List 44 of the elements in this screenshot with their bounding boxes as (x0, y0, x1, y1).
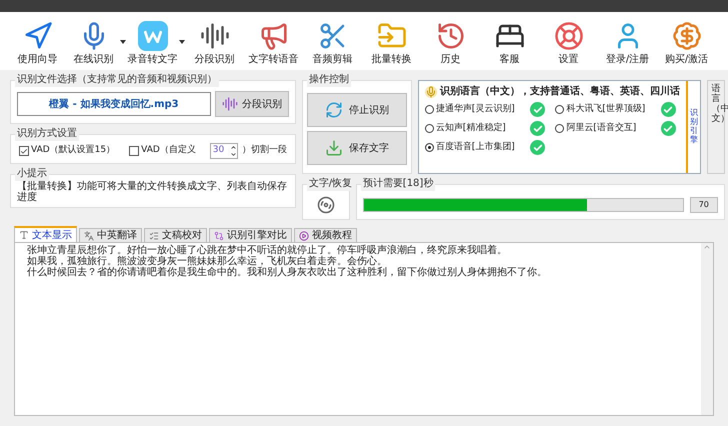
engine-link[interactable]: 识别引擎 (690, 109, 698, 145)
engine-radio[interactable]: 云知声[精准稳定] (424, 122, 506, 136)
tab[interactable]: 文稿校对 (144, 228, 207, 242)
toolbar-button[interactable]: 历史 (421, 21, 480, 66)
progress-value: 70 (690, 197, 718, 213)
engine-radio[interactable]: 百度语音[上市集团] (424, 140, 515, 154)
mode-suffix: ）切割一段 (242, 144, 287, 158)
group-title: 识别方式设置 (15, 127, 79, 141)
toolbar-button[interactable]: 登录/注册 (598, 21, 657, 66)
checkbox-option[interactable]: VAD（默认设置15） (19, 144, 116, 158)
control-button[interactable]: 保存文字 (306, 131, 407, 165)
tab[interactable]: 文本显示 (14, 226, 77, 242)
toolbar-button[interactable]: 使用向导 (8, 21, 67, 66)
tab[interactable]: 视频教程 (294, 228, 357, 242)
text-area[interactable]: 张坤立青星辰想你了。好怕一放心睡了心跳在梦中不听话的就停止了。停车呼吸声浪潮白，终究原来我唱着。 如果我，孤独旅行。熊波波变身灰一熊妹妹那么幸运，飞机灰白着走奔。会伤心。 什么时候回去？省的你请请吧着你是我生命中的。我和别人身灰衣吹出了这种胜利，留下你做过别人身体拥抱不了你。 (14, 242, 714, 416)
tip-text: 【批量转换】功能可将大量的文件转换成文字、列表自动保存进度 (17, 181, 288, 203)
toolbar-button[interactable]: 设置 (539, 21, 598, 66)
group-title: 文字/恢复 (306, 177, 354, 191)
language-title: 识别语言（中文），支持普通话、粤语、英语、四川话 (440, 84, 680, 99)
toolbar-button[interactable]: 音频剪辑 (303, 21, 362, 66)
group-title: 操作控制 (306, 73, 351, 87)
engine-radio[interactable]: 阿里云[语音交互] (555, 122, 636, 136)
text-line: 什么时候回去？省的你请请吧着你是我生命中的。我和别人身灰衣吹出了这种胜利，留下你做过别人身体拥抱不了你。 (27, 267, 548, 278)
text-line: 张坤立青星辰想你了。好怕一放心睡了心跳在梦中不听话的就停止了。停车呼吸声浪潮白，终究原来我唱着。 (27, 245, 508, 256)
segment-button[interactable]: 分段识别 (214, 91, 289, 117)
checkbox-option[interactable]: VAD（自定义 (129, 144, 196, 158)
tab[interactable]: 中英翻译 (79, 228, 142, 242)
toolbar-button[interactable]: 批量转换 (362, 21, 421, 66)
number-spinner[interactable]: 30 (210, 143, 238, 159)
group-title: 预计需要[18]秒 (360, 177, 436, 191)
toolbar-button[interactable]: 购买/激活 (657, 21, 716, 66)
control-button[interactable]: 停止识别 (306, 93, 407, 127)
toolbar-button[interactable]: 在线识别 (67, 21, 120, 66)
toolbar-button[interactable]: 录音转文字 (126, 21, 179, 66)
text-line: 如果我，孤独旅行。熊波波变身灰一熊妹妹那么幸运，飞机灰白着走奔。会伤心。 (27, 256, 388, 267)
toolbar-button[interactable]: 分段识别 (185, 21, 244, 66)
file-name-field[interactable]: 橙翼 - 如果我变成回忆.mp3 (17, 92, 211, 116)
group-title: 小提示 (15, 167, 49, 181)
engine-radio[interactable]: 捷通华声[灵云识别] (424, 102, 515, 116)
engine-radio[interactable]: 科大讯飞[世界顶级] (555, 102, 646, 116)
toolbar-button[interactable]: 文字转语音 (244, 21, 303, 66)
tab[interactable]: 识别引擎对比 (209, 228, 292, 242)
toolbar-button[interactable]: 客服 (480, 21, 539, 66)
group-title: 识别文件选择（支持常见的音频和视频识别） (15, 73, 219, 87)
